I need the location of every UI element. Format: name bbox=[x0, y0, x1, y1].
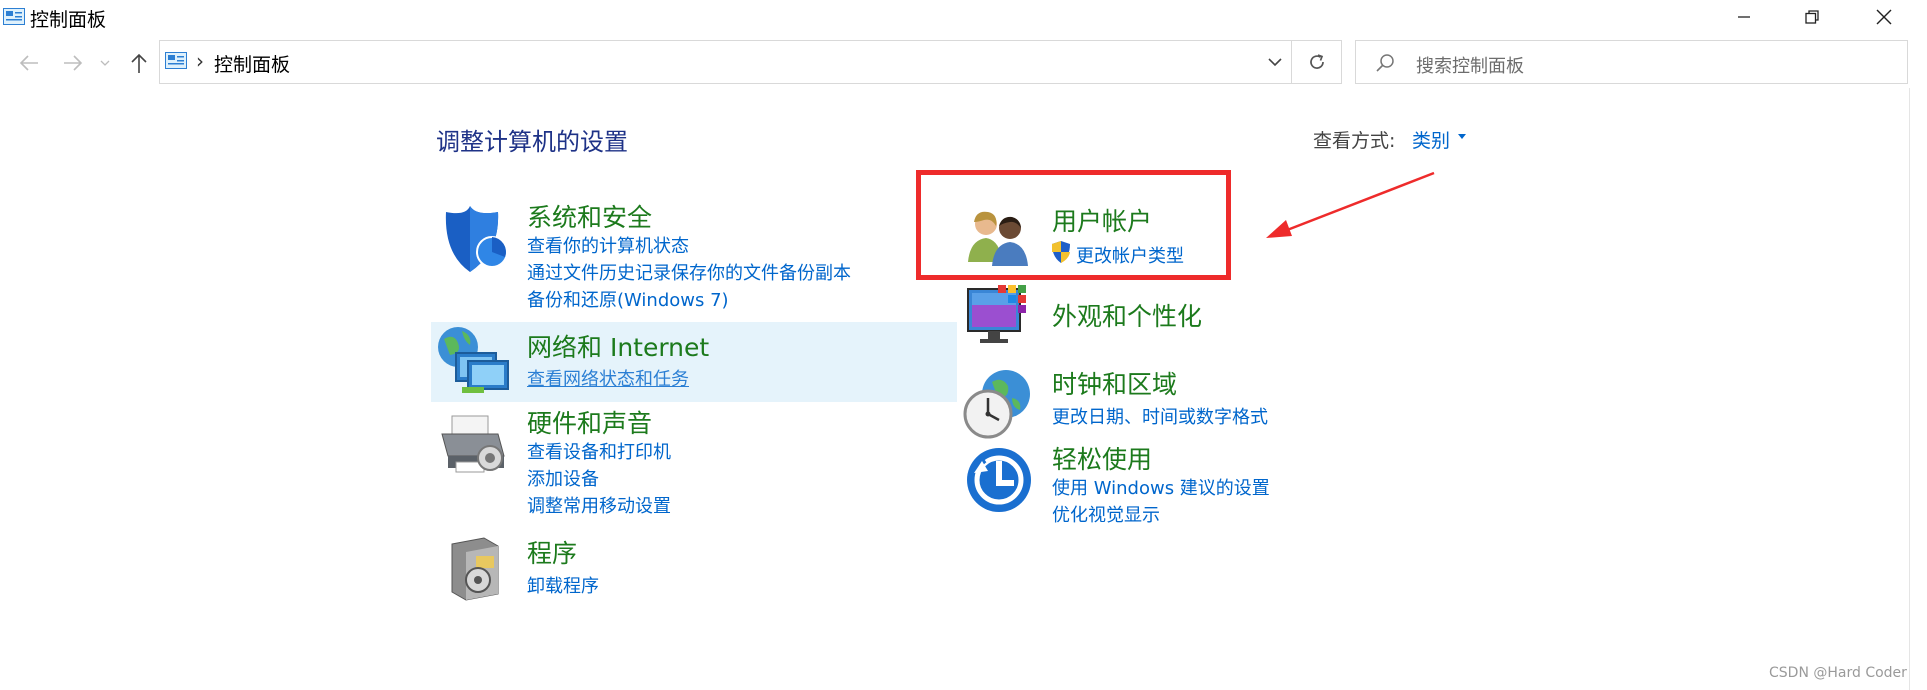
refresh-button[interactable] bbox=[1292, 40, 1342, 84]
clock-globe-icon bbox=[963, 370, 1030, 439]
link-optimize-visual-display[interactable]: 优化视觉显示 bbox=[1052, 501, 1160, 527]
minimize-icon bbox=[1738, 16, 1750, 18]
search-input[interactable]: 搜索控制面板 bbox=[1416, 52, 1524, 78]
address-bar: › 控制面板 搜索控制面板 bbox=[0, 38, 1927, 88]
category-title-ease-of-access[interactable]: 轻松使用 bbox=[1052, 440, 1152, 476]
link-view-network-status[interactable]: 查看网络状态和任务 bbox=[527, 365, 689, 391]
scrollbar-track bbox=[1909, 88, 1910, 690]
network-icon bbox=[438, 327, 509, 393]
ease-of-access-icon bbox=[967, 448, 1031, 512]
category-title-appearance[interactable]: 外观和个性化 bbox=[1052, 297, 1202, 333]
control-panel-icon bbox=[3, 8, 25, 25]
arrow-left-icon bbox=[19, 55, 38, 71]
minimize-button[interactable] bbox=[1716, 0, 1772, 34]
close-button[interactable] bbox=[1856, 0, 1912, 34]
link-backup-restore[interactable]: 备份和还原(Windows 7) bbox=[527, 286, 729, 312]
annotation-highlight-box bbox=[916, 170, 1231, 280]
link-recommended-settings[interactable]: 使用 Windows 建议的设置 bbox=[1052, 474, 1270, 500]
address-field[interactable]: › 控制面板 bbox=[159, 40, 1292, 84]
printer-icon bbox=[441, 415, 505, 473]
link-mobility-settings[interactable]: 调整常用移动设置 bbox=[527, 492, 671, 518]
monitor-icon bbox=[967, 285, 1026, 343]
arrow-up-icon bbox=[131, 53, 147, 73]
chevron-down-icon bbox=[1268, 58, 1282, 67]
link-file-history-backup[interactable]: 通过文件历史记录保存你的文件备份副本 bbox=[527, 259, 851, 285]
refresh-icon bbox=[1309, 54, 1324, 69]
link-view-computer-status[interactable]: 查看你的计算机状态 bbox=[527, 232, 689, 258]
link-devices-printers[interactable]: 查看设备和打印机 bbox=[527, 438, 671, 464]
view-by-label: 查看方式: bbox=[1313, 130, 1396, 152]
programs-icon bbox=[451, 537, 499, 601]
category-title-clock-region[interactable]: 时钟和区域 bbox=[1052, 365, 1177, 401]
control-panel-icon bbox=[165, 52, 187, 69]
back-button[interactable] bbox=[14, 50, 44, 76]
category-title-network-internet[interactable]: 网络和 Internet bbox=[527, 328, 709, 364]
restore-button[interactable] bbox=[1784, 0, 1840, 34]
page-title: 调整计算机的设置 bbox=[436, 128, 628, 156]
link-uninstall-program[interactable]: 卸载程序 bbox=[527, 572, 599, 598]
chevron-down-icon bbox=[100, 60, 110, 66]
recent-locations-button[interactable] bbox=[97, 50, 113, 76]
restore-icon bbox=[1805, 10, 1819, 24]
chevron-down-icon bbox=[1458, 134, 1466, 139]
title-bar: 控制面板 bbox=[0, 0, 1927, 34]
category-title-hardware-sound[interactable]: 硬件和声音 bbox=[527, 404, 652, 440]
breadcrumb-separator-icon: › bbox=[196, 49, 204, 73]
shield-icon bbox=[445, 206, 508, 272]
arrow-right-icon bbox=[64, 55, 83, 71]
window-title: 控制面板 bbox=[30, 9, 107, 31]
breadcrumb[interactable]: 控制面板 bbox=[214, 50, 290, 77]
address-dropdown-button[interactable] bbox=[1258, 41, 1292, 83]
search-icon bbox=[1376, 54, 1394, 72]
category-title-system-security[interactable]: 系统和安全 bbox=[527, 198, 652, 234]
search-field[interactable]: 搜索控制面板 bbox=[1355, 40, 1908, 84]
view-by-dropdown[interactable]: 类别 bbox=[1412, 126, 1450, 153]
category-title-programs[interactable]: 程序 bbox=[527, 534, 577, 570]
watermark: CSDN @Hard Coder bbox=[1769, 665, 1907, 681]
up-button[interactable] bbox=[124, 50, 154, 76]
close-icon bbox=[1876, 9, 1892, 25]
annotation-arrow-icon bbox=[1266, 171, 1435, 238]
link-add-device[interactable]: 添加设备 bbox=[527, 465, 599, 491]
link-change-date-time-format[interactable]: 更改日期、时间或数字格式 bbox=[1052, 403, 1268, 429]
forward-button[interactable] bbox=[58, 50, 88, 76]
